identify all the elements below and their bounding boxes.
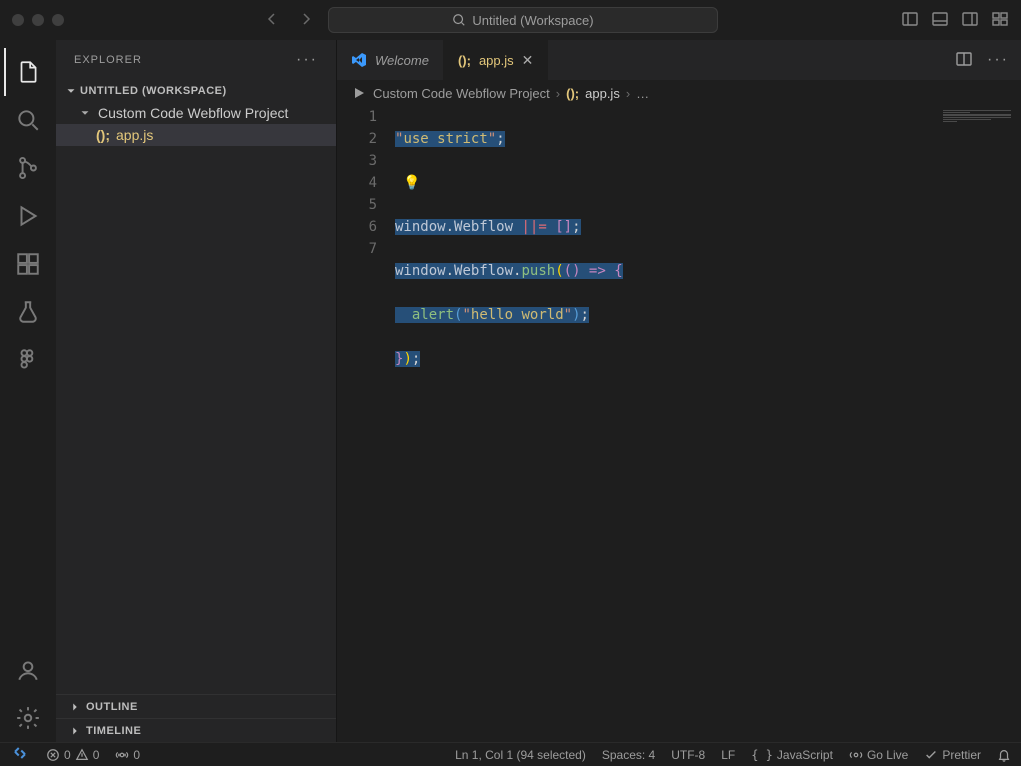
js-file-icon: ();	[566, 86, 579, 101]
prettier-status[interactable]: Prettier	[924, 748, 981, 762]
vscode-icon	[351, 52, 367, 68]
check-icon	[924, 748, 938, 762]
toggle-secondary-sidebar-icon[interactable]	[961, 10, 979, 31]
split-editor-icon[interactable]	[955, 50, 973, 71]
indentation-status[interactable]: Spaces: 4	[602, 748, 655, 762]
cursor-position[interactable]: Ln 1, Col 1 (94 selected)	[455, 748, 586, 762]
editor-area: Welcome (); app.js ✕ ··· Custom Code Web…	[336, 40, 1021, 742]
nav-arrows	[264, 11, 314, 30]
run-debug-view-icon[interactable]	[4, 192, 52, 240]
lightbulb-icon[interactable]: 💡	[395, 175, 420, 191]
code-content[interactable]: "use strict"; 💡 window.Webflow ||= []; w…	[395, 106, 1021, 742]
search-icon	[452, 13, 466, 27]
outline-section[interactable]: OUTLINE	[56, 694, 336, 718]
js-file-icon: ();	[96, 127, 110, 143]
js-file-icon: ();	[458, 53, 471, 68]
explorer-title: EXPLORER	[74, 54, 142, 66]
chevron-down-icon	[64, 84, 78, 98]
explorer-sidebar: EXPLORER ··· UNTITLED (WORKSPACE) Custom…	[56, 40, 336, 742]
toggle-primary-sidebar-icon[interactable]	[901, 10, 919, 31]
toggle-panel-icon[interactable]	[931, 10, 949, 31]
nav-forward-button[interactable]	[298, 11, 314, 30]
minimap[interactable]	[943, 110, 1011, 122]
breadcrumb[interactable]: Custom Code Webflow Project › (); app.js…	[337, 80, 1021, 106]
tab-welcome[interactable]: Welcome	[337, 40, 444, 80]
editor-more-actions[interactable]: ···	[987, 51, 1009, 69]
search-view-icon[interactable]	[4, 96, 52, 144]
go-live-button[interactable]: Go Live	[849, 748, 908, 762]
ports-indicator[interactable]: 0	[115, 748, 140, 762]
testing-view-icon[interactable]	[4, 288, 52, 336]
status-bar: 0 0 0 Ln 1, Col 1 (94 selected) Spaces: …	[0, 742, 1021, 766]
language-mode[interactable]: { } JavaScript	[751, 748, 833, 762]
remote-indicator[interactable]	[10, 743, 30, 766]
editor-tabs: Welcome (); app.js ✕ ···	[337, 40, 1021, 80]
chevron-right-icon	[68, 724, 82, 738]
outline-label: OUTLINE	[86, 701, 138, 713]
timeline-section[interactable]: TIMELINE	[56, 718, 336, 742]
eol-status[interactable]: LF	[721, 748, 735, 762]
breadcrumb-folder[interactable]: Custom Code Webflow Project	[373, 86, 550, 101]
workspace-root[interactable]: UNTITLED (WORKSPACE)	[56, 80, 336, 102]
extensions-view-icon[interactable]	[4, 240, 52, 288]
settings-gear-icon[interactable]	[4, 694, 52, 742]
command-center-label: Untitled (Workspace)	[472, 13, 593, 28]
folder-label: Custom Code Webflow Project	[98, 105, 288, 121]
folder-custom-code-webflow[interactable]: Custom Code Webflow Project	[56, 102, 336, 124]
minimize-window-button[interactable]	[32, 14, 44, 26]
source-control-view-icon[interactable]	[4, 144, 52, 192]
breadcrumb-file[interactable]: app.js	[585, 86, 620, 101]
code-editor[interactable]: 1 2 3 4 5 6 7 "use strict"; 💡 window.Web…	[337, 106, 1021, 742]
workspace-label: UNTITLED (WORKSPACE)	[80, 85, 227, 97]
line-gutter: 1 2 3 4 5 6 7	[337, 106, 395, 742]
tab-welcome-label: Welcome	[375, 53, 429, 68]
chevron-right-icon	[68, 700, 82, 714]
file-app-js[interactable]: (); app.js	[56, 124, 336, 146]
window-controls	[12, 14, 64, 26]
close-window-button[interactable]	[12, 14, 24, 26]
problems-indicator[interactable]: 0 0	[46, 748, 99, 762]
chevron-right-icon: ›	[556, 86, 560, 101]
nav-back-button[interactable]	[264, 11, 280, 30]
command-center[interactable]: Untitled (Workspace)	[328, 7, 718, 33]
chevron-right-icon: ›	[626, 86, 630, 101]
explorer-view-icon[interactable]	[4, 48, 52, 96]
titlebar: Untitled (Workspace)	[0, 0, 1021, 40]
customize-layout-icon[interactable]	[991, 10, 1009, 31]
broadcast-icon	[849, 748, 863, 762]
play-icon	[351, 85, 367, 101]
timeline-label: TIMELINE	[86, 725, 141, 737]
explorer-more-actions[interactable]: ···	[296, 51, 318, 69]
close-tab-icon[interactable]: ✕	[522, 52, 534, 69]
notifications-icon[interactable]	[997, 748, 1011, 762]
tab-app-js[interactable]: (); app.js ✕	[444, 40, 548, 80]
figma-view-icon[interactable]	[4, 336, 52, 384]
accounts-icon[interactable]	[4, 646, 52, 694]
chevron-down-icon	[78, 106, 92, 120]
maximize-window-button[interactable]	[52, 14, 64, 26]
file-label: app.js	[116, 127, 153, 143]
encoding-status[interactable]: UTF-8	[671, 748, 705, 762]
tab-app-label: app.js	[479, 53, 514, 68]
activity-bar	[0, 40, 56, 742]
breadcrumb-more[interactable]: …	[636, 86, 649, 101]
